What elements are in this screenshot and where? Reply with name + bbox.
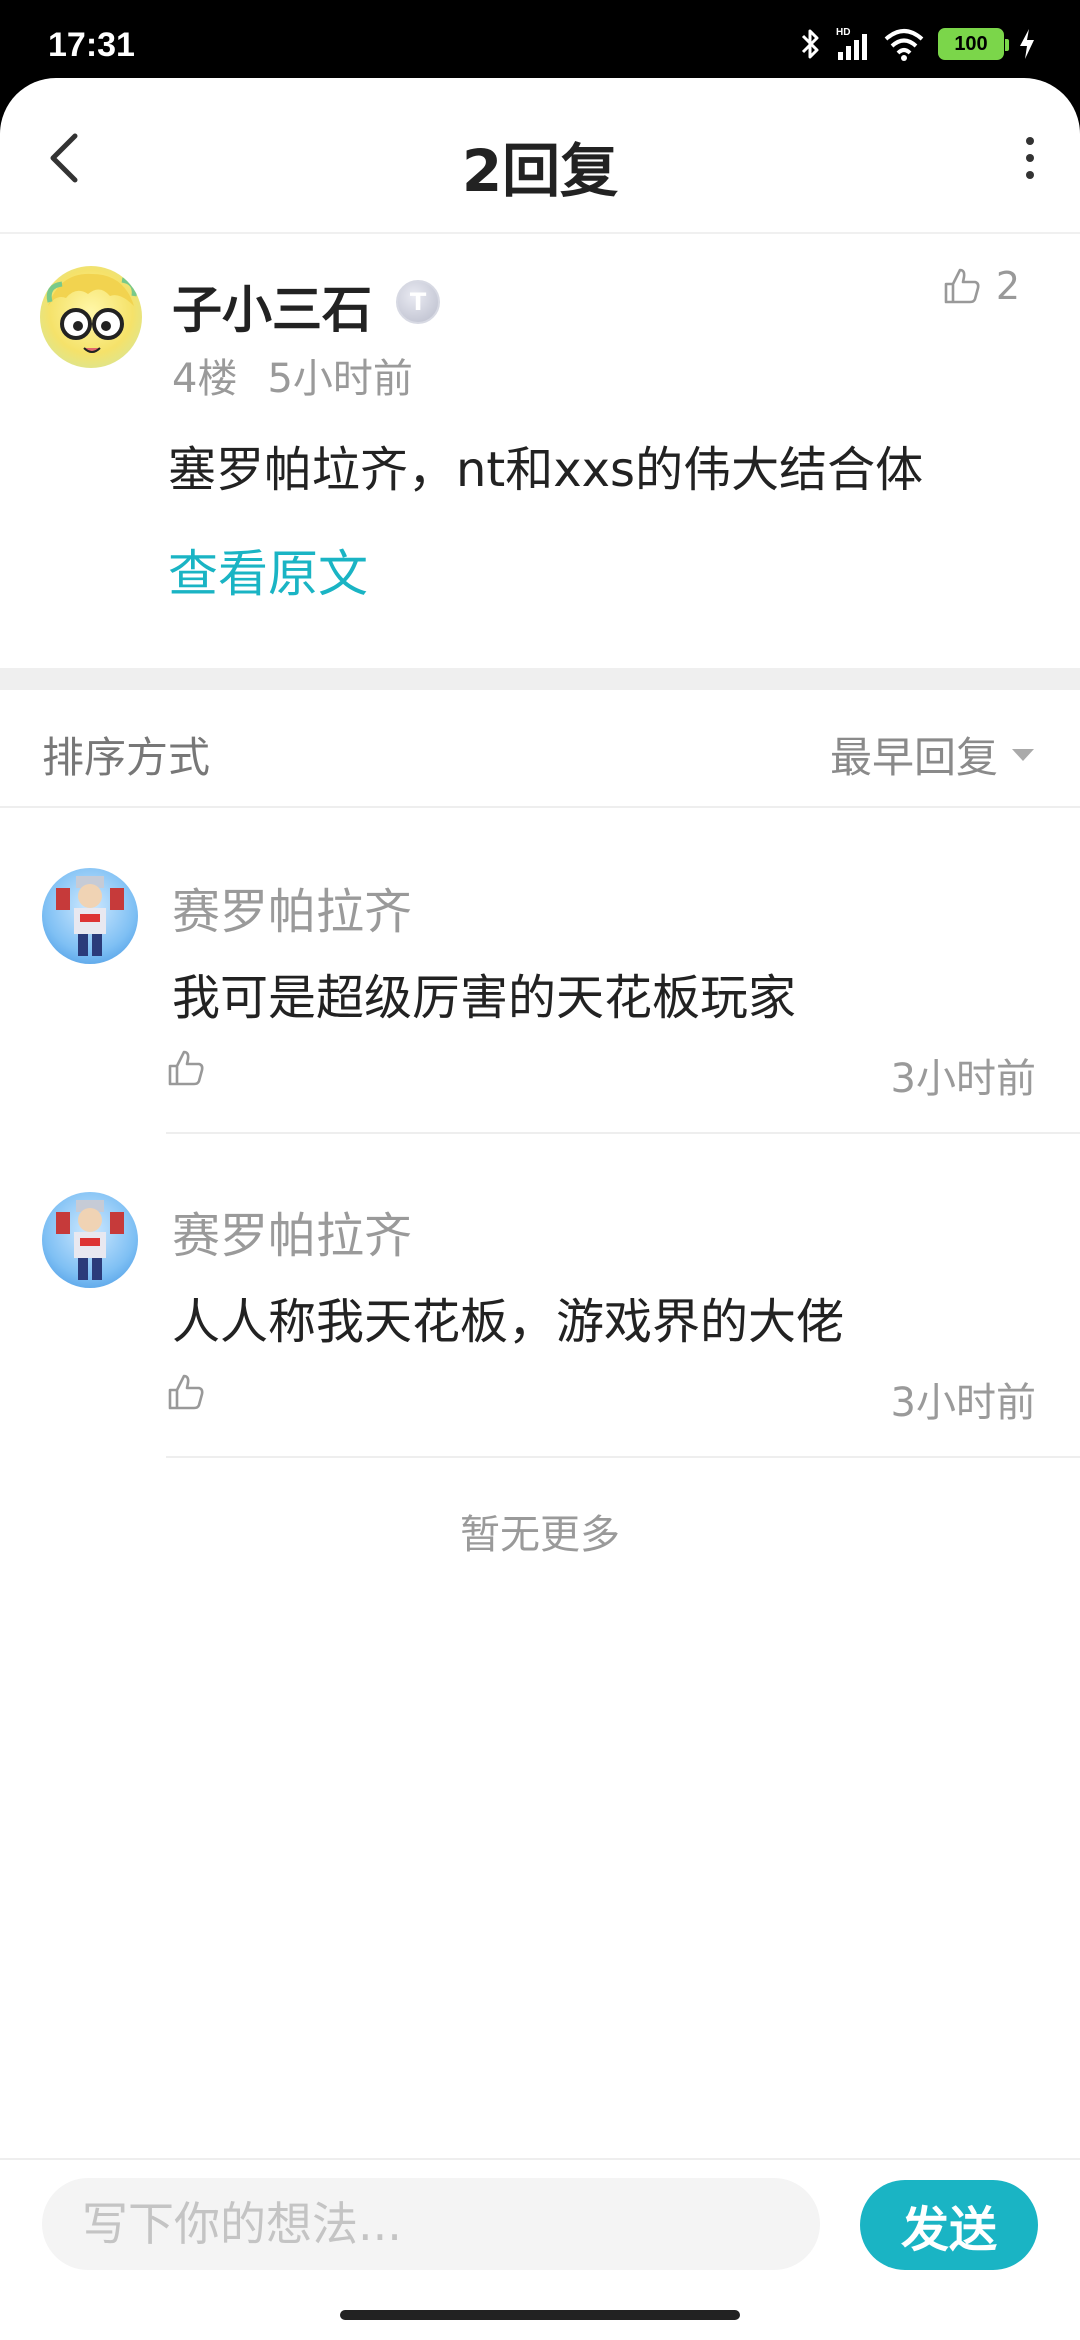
bluetooth-icon xyxy=(801,29,819,59)
like-count: 2 xyxy=(995,264,1020,308)
page-title: 2回复 xyxy=(461,137,619,205)
level-badge: T xyxy=(396,280,440,324)
avatar-image xyxy=(46,273,137,353)
list-item: 赛罗帕拉齐 人人称我天花板，游戏界的大佬 3小时前 xyxy=(0,1134,1080,1458)
caret-down-icon xyxy=(1012,748,1034,761)
avatar-image xyxy=(56,876,124,956)
reply-time: 3小时前 xyxy=(890,1056,1036,1102)
reply-text: 人人称我天花板，游戏界的大佬 xyxy=(172,1294,845,1350)
avatar-image xyxy=(56,1200,124,1280)
avatar[interactable] xyxy=(40,266,142,368)
battery-icon: 100 xyxy=(938,28,1009,60)
status-icons: HD 100 xyxy=(800,24,1036,64)
thumbs-up-icon xyxy=(168,1374,204,1410)
sort-selected: 最早回复 xyxy=(829,733,998,782)
more-button[interactable] xyxy=(1010,130,1050,186)
status-bar: 17:31 HD 100 xyxy=(0,0,1080,80)
comment-time: 5小时前 xyxy=(267,356,413,402)
sort-label: 排序方式 xyxy=(42,733,211,782)
signal-icon: HD xyxy=(836,27,867,60)
like-button[interactable] xyxy=(166,1372,210,1416)
main-comment: 子小三石 T 2 4楼 5小时前 塞罗帕垃齐，nt和xxs的伟大结合体 查看原文 xyxy=(0,234,1080,603)
more-dot xyxy=(1026,171,1034,179)
like-button[interactable]: 2 xyxy=(942,264,1020,308)
reply-time: 3小时前 xyxy=(890,1380,1036,1426)
reply-author[interactable]: 赛罗帕拉齐 xyxy=(172,1196,412,1266)
comment-text: 塞罗帕垃齐，nt和xxs的伟大结合体 xyxy=(168,442,924,498)
sort-dropdown[interactable]: 最早回复 xyxy=(830,724,1034,785)
wifi-icon xyxy=(884,29,924,61)
section-divider xyxy=(0,668,1080,690)
more-dot xyxy=(1026,154,1034,162)
no-more-text: 暂无更多 xyxy=(460,1512,620,1558)
send-button[interactable]: 发送 xyxy=(860,2180,1038,2270)
like-button[interactable] xyxy=(166,1048,210,1092)
sort-bar: 排序方式 最早回复 xyxy=(0,690,1080,808)
reply-sheet: 2回复 子小三石 T 2 4楼 5小时前 塞罗帕垃齐，nt和xxs的伟大结合体 … xyxy=(0,78,1080,2340)
thumbs-up-icon xyxy=(944,268,980,304)
author-name[interactable]: 子小三石 xyxy=(172,270,372,342)
avatar[interactable] xyxy=(42,868,138,964)
reply-author[interactable]: 赛罗帕拉齐 xyxy=(172,872,412,942)
battery-level: 100 xyxy=(954,32,988,55)
comment-meta: 4楼 5小时前 xyxy=(172,346,413,404)
status-time: 17:31 xyxy=(48,26,135,64)
avatar[interactable] xyxy=(42,1192,138,1288)
charging-icon xyxy=(1020,29,1034,59)
home-indicator[interactable] xyxy=(340,2310,740,2320)
divider xyxy=(166,1456,1080,1458)
view-original-link[interactable]: 查看原文 xyxy=(168,534,368,606)
reply-text: 我可是超级厉害的天花板玩家 xyxy=(172,970,797,1026)
thumbs-up-icon xyxy=(168,1050,204,1086)
svg-text:HD: HD xyxy=(836,27,850,38)
list-item: 赛罗帕拉齐 我可是超级厉害的天花板玩家 3小时前 xyxy=(0,810,1080,1134)
more-vertical-icon xyxy=(1026,137,1034,145)
comment-input[interactable] xyxy=(42,2178,820,2270)
header: 2回复 xyxy=(0,78,1080,234)
floor-number: 4楼 xyxy=(172,356,238,402)
